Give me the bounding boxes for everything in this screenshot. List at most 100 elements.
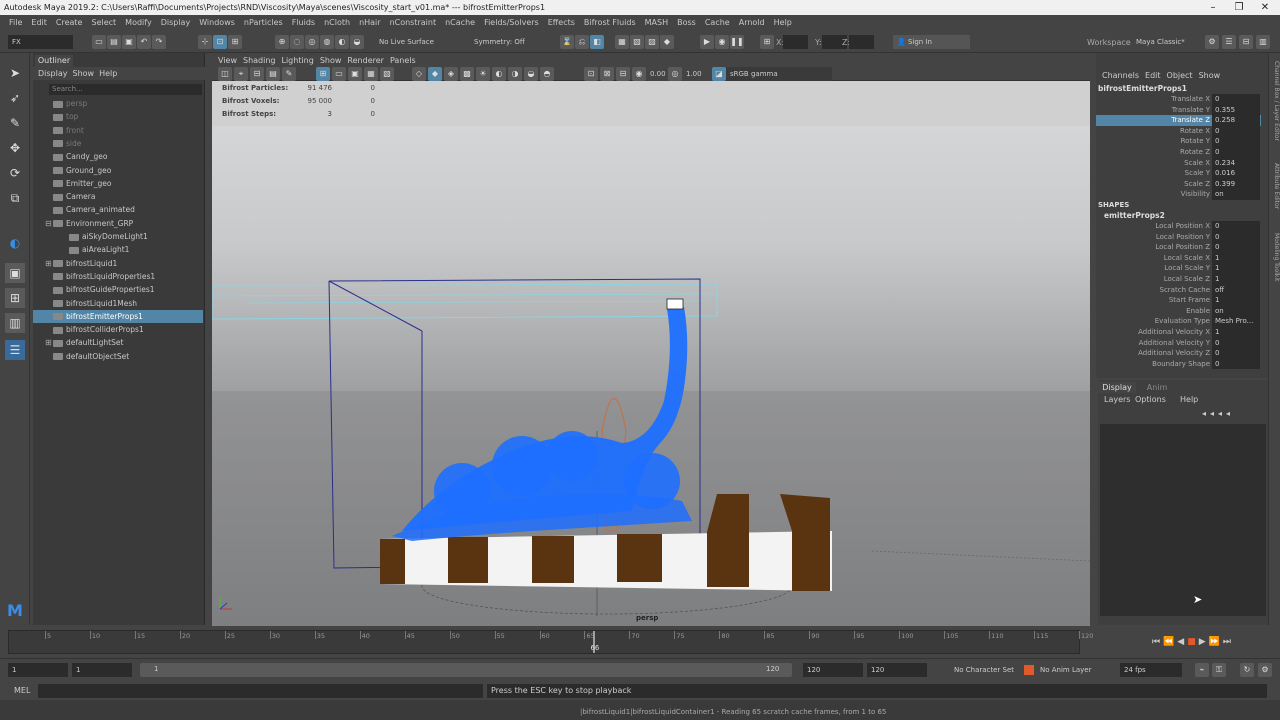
channel-value[interactable]: 0.355 (1212, 104, 1260, 116)
channel-row[interactable]: Local Scale Y1 (1096, 263, 1261, 274)
outliner-item[interactable]: persp (33, 97, 203, 110)
grease-pencil-icon[interactable]: ✎ (282, 67, 296, 81)
channel-row[interactable]: Local Position Z0 (1096, 242, 1261, 253)
outliner-layout-icon[interactable]: ☰ (5, 340, 25, 360)
menu-create[interactable]: Create (56, 18, 83, 27)
construction-history-icon[interactable]: ⎌ (575, 35, 589, 49)
outliner-item[interactable]: ⊟ Environment_GRP (33, 217, 203, 230)
playback-start-field[interactable]: 1 (72, 663, 132, 677)
auto-key-icon[interactable]: ⌁ (1195, 663, 1209, 677)
options-menu[interactable]: Options (1135, 395, 1166, 404)
render-icon[interactable]: ▦ (615, 35, 629, 49)
outliner-item[interactable]: Candy_geo (33, 150, 203, 163)
layers-menu[interactable]: Layers (1104, 395, 1130, 404)
isolate-select-icon[interactable]: ⊡ (584, 67, 598, 81)
channel-row[interactable]: Local Position Y0 (1096, 231, 1261, 243)
menu-fields-solvers[interactable]: Fields/Solvers (484, 18, 539, 27)
minimize-button[interactable]: – (1200, 0, 1226, 15)
outliner-item[interactable]: ⊞ defaultLightSet (33, 336, 203, 349)
channel-row[interactable]: Local Position X0 (1096, 221, 1261, 232)
fps-dropdown[interactable]: 24 fps (1120, 663, 1182, 677)
outliner-tab[interactable]: Outliner (35, 55, 73, 67)
two-pane-icon[interactable]: ▥ (5, 313, 25, 333)
key-icon[interactable]: ⚿ (1212, 663, 1226, 677)
sign-in-button[interactable]: 👤 Sign In (893, 35, 970, 49)
wireframe-on-shaded-icon[interactable]: ◈ (444, 67, 458, 81)
channel-row[interactable]: Scratch Cache off (1096, 284, 1261, 296)
camera-select-icon[interactable]: ◫ (218, 67, 232, 81)
maximize-button[interactable]: ❐ (1226, 0, 1252, 15)
render-view-icon[interactable]: ◧ (590, 35, 604, 49)
toggle-modeling-toolkit-icon[interactable]: ⚙ (1205, 35, 1219, 49)
anim-layer-dropdown[interactable]: No Anim Layer (1036, 663, 1106, 677)
motion-blur-icon[interactable]: ◒ (524, 67, 538, 81)
channel-row[interactable]: Evaluation Type Mesh Pro... (1096, 316, 1261, 327)
channel-box-menu-show[interactable]: Show (1199, 71, 1221, 80)
viewport-menu-shading[interactable]: Shading (243, 56, 276, 65)
expand-toggle-icon[interactable]: ⊞ (45, 336, 53, 349)
menu-windows[interactable]: Windows (199, 18, 235, 27)
anim-start-field[interactable]: 1 (8, 663, 68, 677)
outliner-item[interactable]: side (33, 137, 203, 150)
save-scene-icon[interactable]: ▣ (122, 35, 136, 49)
channel-value[interactable]: 0.399 (1212, 178, 1260, 190)
menu-help[interactable]: Help (774, 18, 792, 27)
channel-row[interactable]: Translate X0 (1096, 94, 1261, 105)
outliner-item[interactable]: Ground_geo (33, 164, 203, 177)
wireframe-icon[interactable]: ◇ (412, 67, 426, 81)
exposure-icon[interactable]: ◉ (632, 67, 646, 81)
modeling-toolkit-tab[interactable]: Modeling Toolkit (1270, 233, 1280, 281)
image-plane-icon[interactable]: ▤ (266, 67, 280, 81)
redo-icon[interactable]: ↷ (152, 35, 166, 49)
channel-row[interactable]: Translate Z 0.258 (1096, 115, 1261, 126)
outliner-item[interactable]: top (33, 110, 203, 123)
snap-point-icon[interactable]: ◎ (305, 35, 319, 49)
outliner-menu-show[interactable]: Show (73, 69, 95, 78)
grid-icon[interactable]: ⊞ (316, 67, 330, 81)
scale-tool-icon[interactable]: ⧉ (5, 188, 25, 208)
viewport-menu-show[interactable]: Show (320, 56, 342, 65)
pause-icon[interactable]: ❚❚ (730, 35, 744, 49)
outliner-item[interactable]: aiSkyDomeLight1 (33, 230, 203, 243)
attribute-editor-tab[interactable]: Attribute Editor (1270, 163, 1280, 209)
playback-controls[interactable]: ⏮⏪◀■▶⏩⏭ (1152, 637, 1234, 647)
snap-curve-icon[interactable]: ◌ (290, 35, 304, 49)
ambient-occlusion-icon[interactable]: ◑ (508, 67, 522, 81)
xray-joints-icon[interactable]: ⊟ (616, 67, 630, 81)
select-hierarchy-icon[interactable]: ⊹ (198, 35, 212, 49)
menu-fluids[interactable]: Fluids (292, 18, 315, 27)
smooth-shade-icon[interactable]: ◆ (428, 67, 442, 81)
film-gate-icon[interactable]: ▭ (332, 67, 346, 81)
channel-value[interactable]: 0 (1212, 348, 1260, 359)
anim-prefs-icon[interactable]: ⚙ (1258, 663, 1272, 677)
menu-display[interactable]: Display (161, 18, 191, 27)
channel-row[interactable]: Local Scale Z1 (1096, 274, 1261, 285)
menu-nparticles[interactable]: nParticles (244, 18, 283, 27)
channel-row[interactable]: Start Frame 1 (1096, 295, 1261, 306)
arnold-ipr-icon[interactable]: ◉ (715, 35, 729, 49)
channel-box-menu-object[interactable]: Object (1167, 71, 1193, 80)
anti-alias-icon[interactable]: ◓ (540, 67, 554, 81)
range-bar[interactable]: 1 120 (140, 663, 792, 677)
channel-value[interactable]: 0.016 (1212, 168, 1260, 179)
channel-value[interactable]: 1 (1212, 295, 1260, 306)
x-field[interactable] (783, 35, 808, 49)
channel-value[interactable]: 0 (1212, 358, 1260, 370)
channel-value[interactable]: 0 (1212, 125, 1260, 137)
channel-value[interactable]: 0 (1212, 94, 1260, 105)
field-chart-icon[interactable]: ▧ (380, 67, 394, 81)
new-scene-icon[interactable]: ▭ (92, 35, 106, 49)
z-field[interactable] (849, 35, 874, 49)
anim-layers-tab[interactable]: Anim (1142, 382, 1172, 393)
channel-row[interactable]: Rotate Z0 (1096, 147, 1261, 158)
hypershade-icon[interactable]: ◆ (660, 35, 674, 49)
outliner-item[interactable]: Camera_animated (33, 203, 203, 216)
outliner-item[interactable]: front (33, 124, 203, 137)
channel-box-tab[interactable]: Channel Box / Layer Editor (1270, 61, 1280, 141)
open-scene-icon[interactable]: ▤ (107, 35, 121, 49)
perspective-viewport[interactable]: Bifrost Particles: 91 476 0 Bifrost Voxels:… (212, 81, 1090, 626)
channel-row[interactable]: Scale Y 0.016 (1096, 168, 1261, 179)
channel-value[interactable]: 0 (1212, 337, 1260, 349)
bookmark-icon[interactable]: ⊟ (250, 67, 264, 81)
channel-value[interactable]: 1 (1212, 327, 1260, 338)
